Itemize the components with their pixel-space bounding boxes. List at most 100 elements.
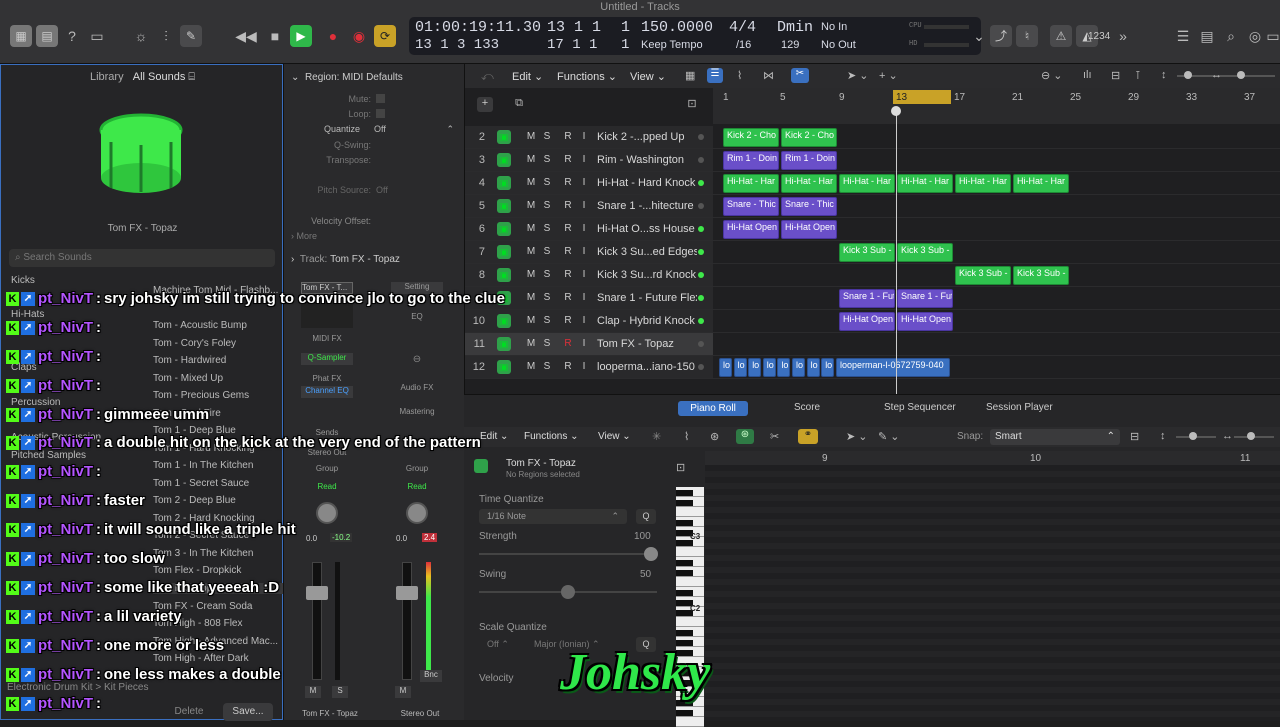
region[interactable]: Kick 2 - Cho [723, 128, 779, 147]
region[interactable]: Hi-Hat - Har [897, 174, 953, 193]
strip1-mute[interactable]: M [305, 686, 321, 698]
editor-vzoom-knob[interactable] [1189, 432, 1197, 440]
time-quantize-select[interactable]: 1/16 Note ⌃ [479, 509, 627, 524]
play-icon[interactable]: ▶ [290, 25, 312, 47]
loop-region[interactable]: lo [792, 358, 805, 377]
tuner-icon[interactable]: ♮ [1016, 25, 1038, 47]
more-toggle[interactable]: › More [291, 231, 317, 241]
strip2-fader-handle[interactable] [396, 586, 418, 600]
region[interactable]: Hi-Hat Open [723, 220, 779, 239]
notepad-icon[interactable]: ▤ [1196, 25, 1218, 47]
time-quantize-button[interactable]: Q [636, 509, 656, 524]
tab-step-sequencer[interactable]: Step Sequencer [884, 402, 956, 413]
region[interactable]: Kick 3 Sub - [955, 266, 1011, 285]
library-item[interactable]: Tom 3 - In The Kitchen [153, 548, 283, 559]
snap-select[interactable]: Smart ⌃ [990, 429, 1120, 445]
channel-eq-slot[interactable]: Channel EQ [301, 386, 353, 398]
region[interactable]: Hi-Hat Open [781, 220, 837, 239]
q-sampler-slot[interactable]: Q-Sampler [301, 353, 353, 365]
track-header[interactable]: › Track: Tom FX - Topaz [291, 254, 400, 265]
strip2-group[interactable]: Group [391, 464, 443, 473]
piano-key-black[interactable] [676, 500, 693, 506]
region[interactable]: Hi-Hat - Har [723, 174, 779, 193]
piano-key-black[interactable] [676, 570, 693, 576]
delete-button[interactable]: Delete [161, 703, 217, 721]
catch-editor-icon[interactable]: ✂ [770, 430, 779, 443]
audio-fx-label[interactable]: Audio FX [391, 383, 443, 392]
link-icon-yellow[interactable]: ⚭ [798, 429, 818, 444]
save-button[interactable]: Save... [223, 703, 273, 721]
region[interactable]: Snare - Thic [781, 197, 837, 216]
piano-key-black[interactable] [676, 630, 693, 636]
region[interactable]: Kick 2 - Cho [781, 128, 837, 147]
library-item[interactable]: Tom - Mixed Up [153, 373, 283, 384]
piano-key-black[interactable] [676, 520, 693, 526]
loop-checkbox[interactable] [376, 109, 385, 118]
piano-key-white[interactable] [676, 577, 704, 587]
strip1-group[interactable]: Group [301, 464, 353, 473]
region[interactable]: Hi-Hat - Har [1013, 174, 1069, 193]
tab-piano-roll[interactable]: Piano Roll [678, 401, 748, 416]
editors-icon[interactable]: ✎ [180, 25, 202, 47]
piano-key-black[interactable] [676, 560, 693, 566]
editor-hzoom-icon[interactable]: ↔ [1222, 430, 1233, 442]
library-item[interactable]: Tom - Hardwired [153, 355, 283, 366]
automation-edit-icon[interactable]: ⌇ [684, 430, 689, 443]
region[interactable]: Snare - Thic [723, 197, 779, 216]
region[interactable]: Hi-Hat Open [897, 312, 953, 331]
piano-key-black[interactable] [676, 710, 693, 716]
list-icon[interactable]: ☰ [1172, 25, 1194, 47]
cycle-icon[interactable]: ⟳ [374, 25, 396, 47]
editor-hzoom-knob[interactable] [1247, 432, 1255, 440]
capture-record-icon[interactable]: ◉ [348, 25, 370, 47]
editor-pencil-icon[interactable]: ✎ ⌄ [878, 430, 900, 443]
lcd-signature[interactable]: 4/4 [729, 19, 756, 36]
strip1-fader-handle[interactable] [306, 586, 328, 600]
midi-fx-label[interactable]: MIDI FX [301, 334, 353, 343]
region[interactable]: Hi-Hat Open [839, 312, 895, 331]
region-header[interactable]: ⌄ Region: MIDI Defaults [291, 72, 403, 83]
link-mode-icon[interactable]: ⊛ [736, 429, 754, 444]
browser-icon[interactable]: ▭ [1262, 25, 1280, 47]
editor-functions-menu[interactable]: Functions ⌄ [524, 431, 579, 442]
rewind-icon[interactable]: ◀◀ [235, 25, 257, 47]
loop-region[interactable]: lo [821, 358, 835, 377]
strip2-eq[interactable]: EQ [391, 312, 443, 321]
lcd-division[interactable]: /16 [736, 39, 751, 51]
lcd-tempo-mode[interactable]: Keep Tempo [641, 39, 703, 51]
quantize-select[interactable]: Off ⌃ [374, 124, 454, 135]
scale-off-select[interactable]: Off ⌃ [479, 637, 523, 652]
loop-region[interactable]: looperman-l-0672759-040 [836, 358, 950, 377]
piano-key-white[interactable] [676, 717, 704, 727]
strength-knob[interactable] [644, 547, 658, 561]
swing-knob[interactable] [561, 585, 575, 599]
loop-region[interactable]: lo [733, 358, 747, 377]
region[interactable]: Snare 1 - Fut [897, 289, 953, 308]
lcd-tempo[interactable]: 150.0000 [641, 19, 713, 36]
editor-ruler[interactable] [705, 451, 1280, 465]
strength-slider[interactable] [479, 553, 657, 555]
library-toggle-icon[interactable]: ▦ [10, 25, 32, 47]
region[interactable]: Kick 3 Sub - [897, 243, 953, 262]
loop-region[interactable]: lo [806, 358, 820, 377]
solo-icon[interactable]: ⚠ [1050, 25, 1072, 47]
midi-draw-icon[interactable]: ⊛ [710, 430, 719, 443]
region[interactable]: Hi-Hat - Har [781, 174, 837, 193]
pitch-source-value[interactable]: Off [376, 185, 388, 195]
library-item[interactable]: Tom 2 - Deep Blue [153, 495, 283, 506]
region[interactable]: Snare 1 - Fut [839, 289, 895, 308]
more-icon[interactable]: » [1112, 25, 1134, 47]
strip2-mute[interactable]: M [395, 686, 411, 698]
inspector-toggle-icon[interactable]: ▤ [36, 25, 58, 47]
piano-key-black[interactable] [676, 590, 693, 596]
lcd-dropdown-icon[interactable]: ⌄ [968, 25, 990, 47]
tab-session-player[interactable]: Session Player [986, 402, 1053, 413]
strip2-automation[interactable]: Read [391, 482, 443, 491]
editor-vzoom-icon[interactable]: ↕ [1160, 430, 1166, 442]
help-icon[interactable]: ? [61, 25, 83, 47]
strip1-solo[interactable]: S [332, 686, 348, 698]
region[interactable]: Kick 3 Sub - [1013, 266, 1069, 285]
lcd-display[interactable]: 01:00:19:11.30 13 1 1 1 150.0000 4/4 Dmi… [409, 17, 981, 55]
editor-inspector-icon[interactable]: ⊡ [676, 461, 685, 474]
smart-controls-icon[interactable]: ☼ [130, 25, 152, 47]
